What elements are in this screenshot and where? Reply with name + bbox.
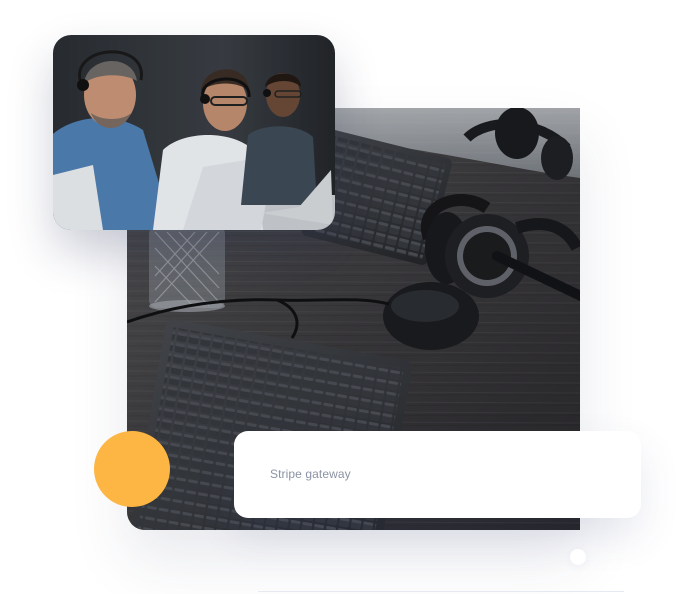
accent-circle: [94, 431, 170, 507]
decorative-dot: [570, 549, 586, 565]
gateway-card: Stripe gateway: [234, 431, 641, 518]
call-center-photo: [53, 35, 335, 230]
divider: [258, 591, 624, 592]
hero-illustration: Stripe gateway: [0, 0, 694, 594]
gateway-label: Stripe gateway: [270, 467, 351, 481]
